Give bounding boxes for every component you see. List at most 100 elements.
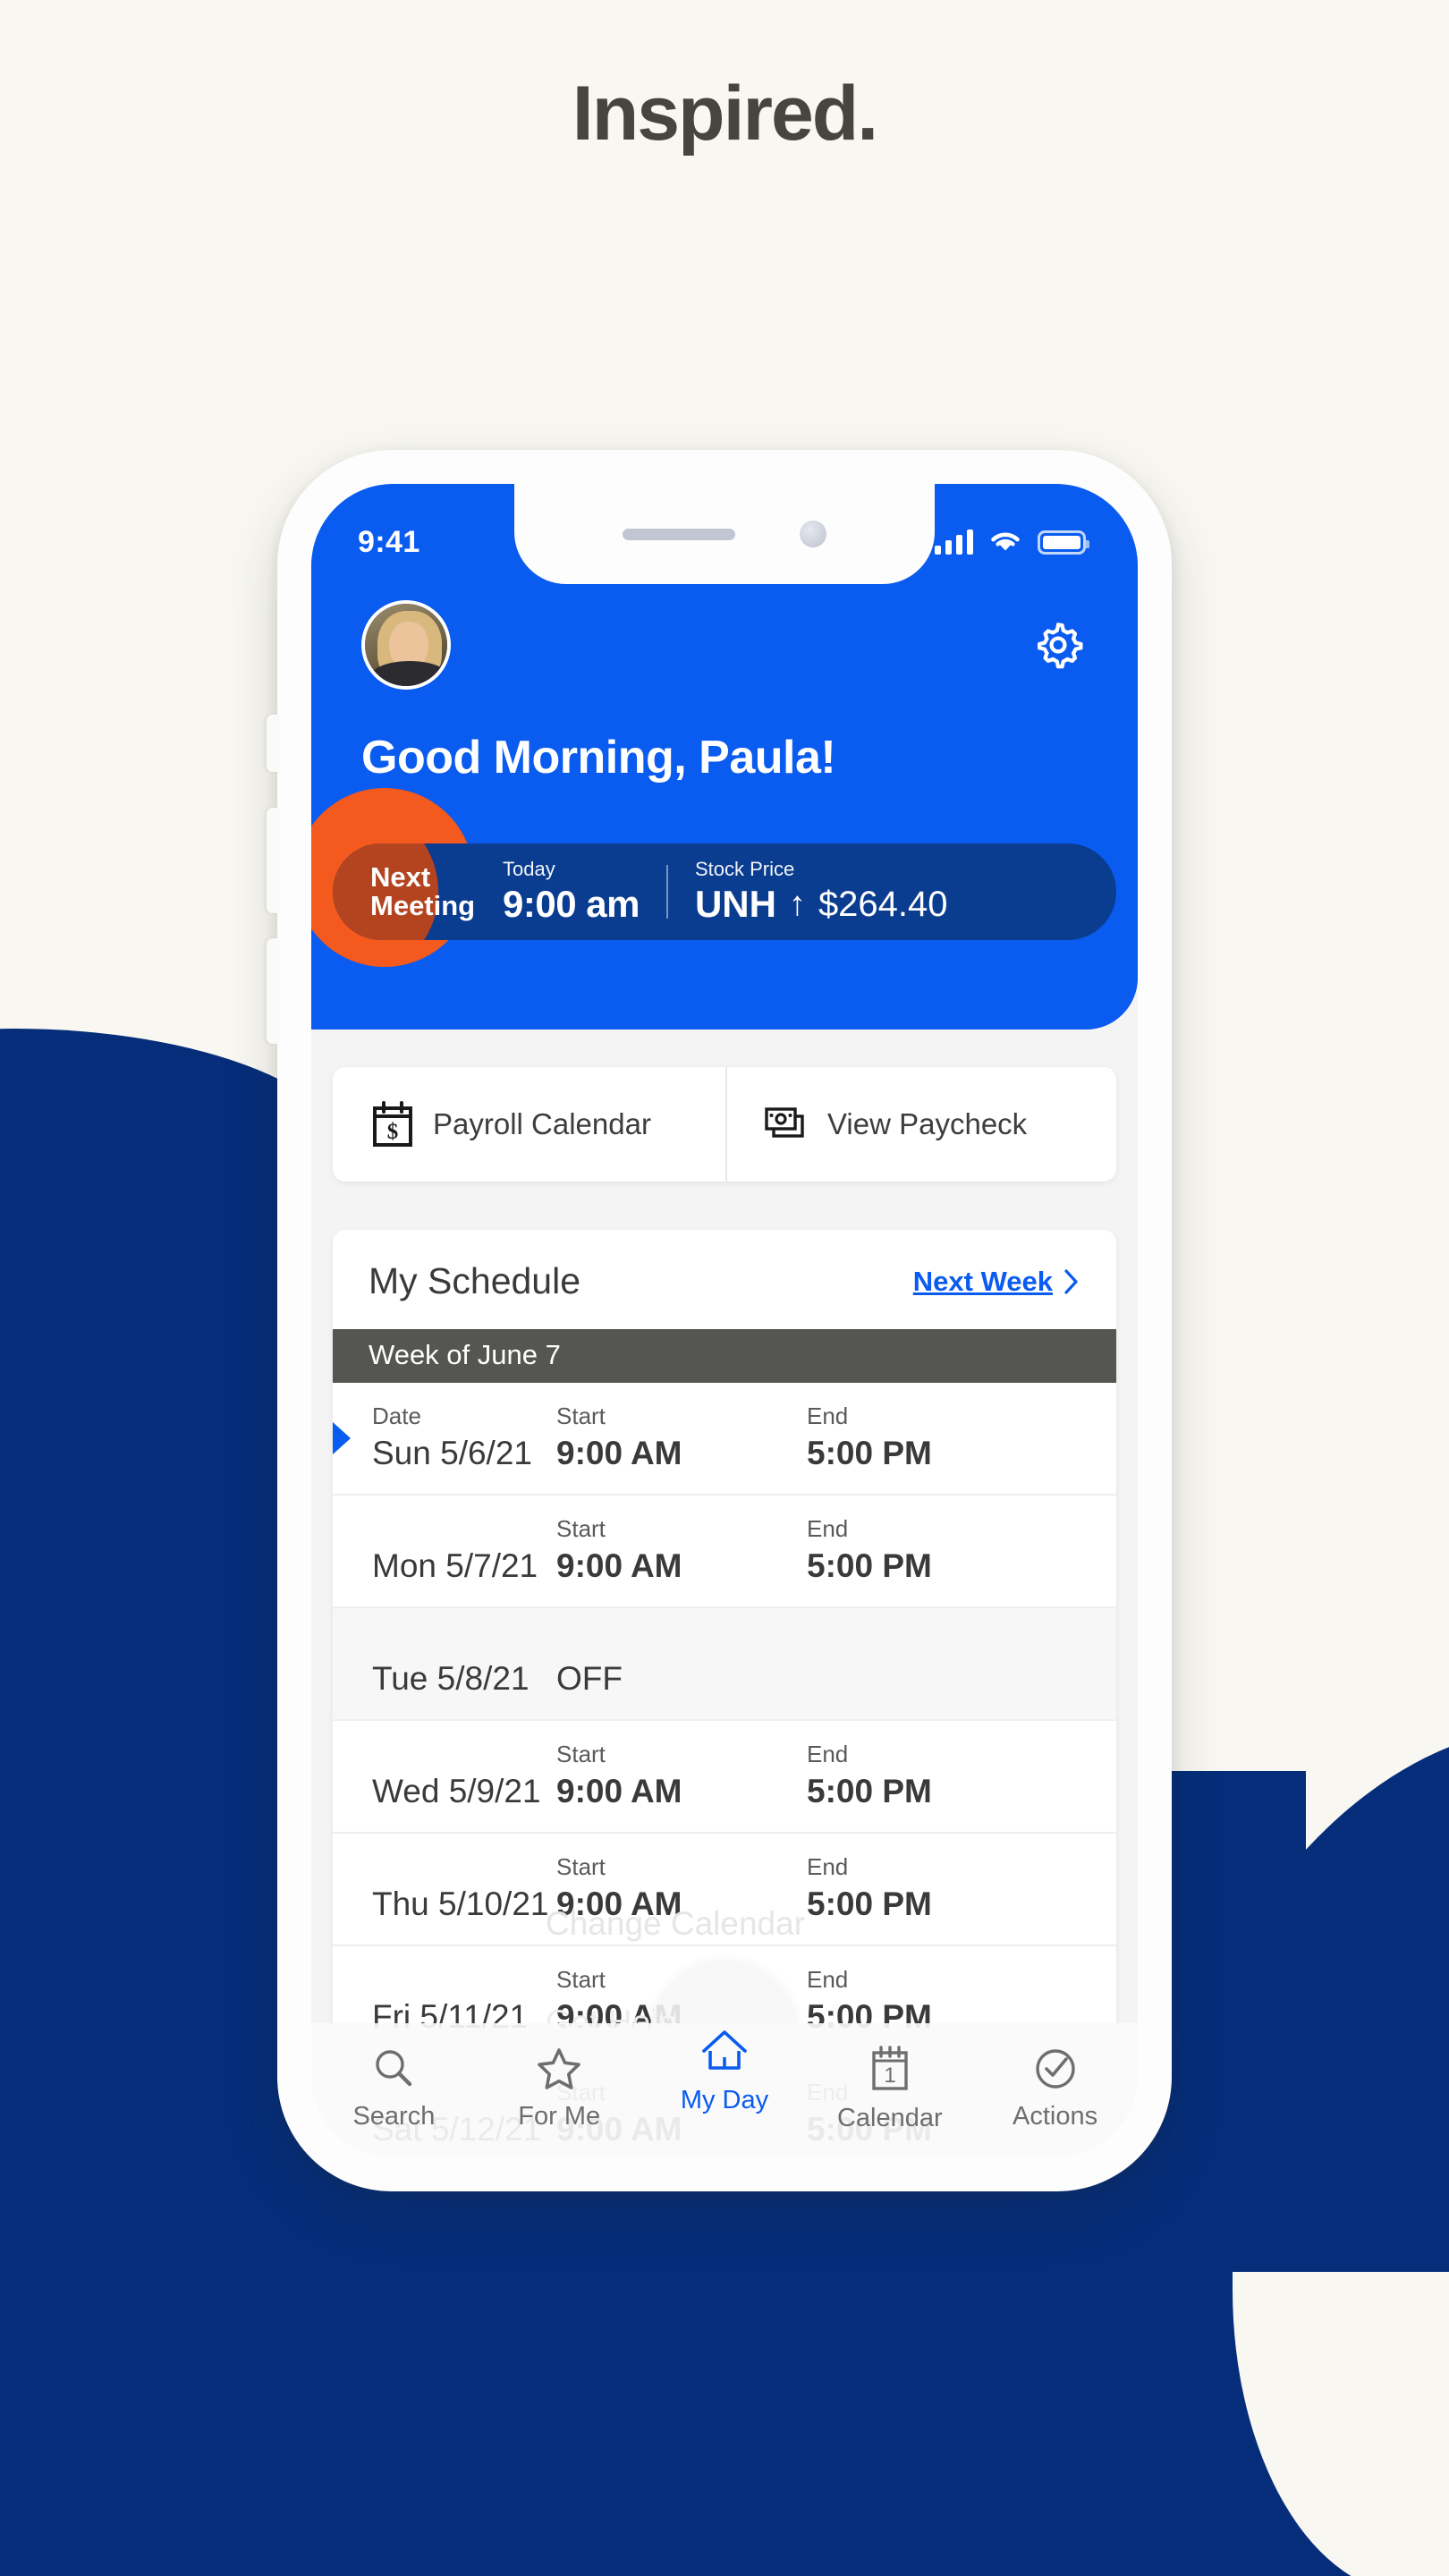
cell-end: End 5:00 PM xyxy=(807,1741,1116,1810)
phone-mute-button[interactable] xyxy=(267,715,279,772)
status-bar: 9:41 xyxy=(311,484,1138,584)
phone-volume-up-button[interactable] xyxy=(267,808,279,913)
cell-start: Start 9:00 AM xyxy=(556,1515,807,1585)
cell-date-value: Wed 5/9/21 xyxy=(372,1773,541,1809)
cell-start-value: 9:00 AM xyxy=(556,1547,682,1584)
cell-end: End 5:00 PM xyxy=(807,1402,1116,1472)
tab-actions-label: Actions xyxy=(1013,2102,1098,2131)
svg-text:1: 1 xyxy=(884,2063,895,2088)
tab-my-day[interactable]: My Day xyxy=(642,2025,808,2115)
payroll-calendar-button[interactable]: $ Payroll Calendar xyxy=(333,1067,725,1182)
cell-start-value: OFF xyxy=(556,1660,623,1697)
cell-end-value: 5:00 PM xyxy=(807,1885,932,1922)
cell-end-value: 5:00 PM xyxy=(807,1547,932,1584)
paycheck-money-icon xyxy=(765,1107,804,1138)
column-header-end: End xyxy=(807,1402,849,1429)
stock-price-label: Stock Price xyxy=(694,858,795,880)
meeting-time-label: Today xyxy=(503,858,555,880)
cell-start-value: 9:00 AM xyxy=(556,1773,682,1809)
column-header-date xyxy=(372,1853,556,1882)
schedule-header: My Schedule Next Week xyxy=(333,1230,1116,1329)
next-meeting-badge: Next Meeting xyxy=(333,863,503,919)
cell-date: Date Sun 5/6/21 xyxy=(333,1402,556,1472)
stock-up-arrow-icon: ↑ xyxy=(788,885,806,923)
ghost-change-calendar-text: Change Calendar xyxy=(546,1905,806,1942)
phone-volume-down-button[interactable] xyxy=(267,938,279,1044)
status-icons xyxy=(935,513,1089,555)
page-title: Good Morning, Paula! xyxy=(361,732,836,784)
table-row[interactable]: Tue 5/8/21 OFF xyxy=(333,1608,1116,1721)
tab-actions[interactable]: Actions xyxy=(972,2045,1138,2131)
view-paycheck-label: View Paycheck xyxy=(827,1107,1028,1140)
cell-start-value: 9:00 AM xyxy=(556,1435,682,1471)
wifi-icon xyxy=(991,532,1020,551)
week-of-bar: Week of June 7 xyxy=(333,1329,1116,1383)
calendar-dollar-icon: $ xyxy=(373,1101,412,1147)
chevron-right-icon xyxy=(1064,1268,1078,1294)
cell-date: Thu 5/10/21 xyxy=(333,1853,556,1923)
tab-for-me-label: For Me xyxy=(518,2102,601,2131)
tab-search[interactable]: Search xyxy=(311,2045,477,2131)
today-marker-icon xyxy=(333,1422,351,1454)
phone-mockup: 9:41 Good Morning, Paula! Next Meeting T… xyxy=(267,450,1172,2191)
cell-start: Start 9:00 AM xyxy=(556,1402,807,1472)
avatar[interactable] xyxy=(361,600,451,690)
app-hero-header: 9:41 Good Morning, Paula! Next Meeting T… xyxy=(311,484,1138,1030)
column-header-date xyxy=(372,1515,556,1544)
next-meeting-badge-line2: Meeting xyxy=(370,890,476,921)
cell-date-value: Mon 5/7/21 xyxy=(372,1547,538,1584)
next-week-link[interactable]: Next Week xyxy=(913,1266,1080,1298)
column-header-start: Start xyxy=(556,1402,606,1429)
next-week-label: Next Week xyxy=(912,1265,1053,1297)
column-header-end: End xyxy=(807,1741,849,1767)
view-paycheck-button[interactable]: View Paycheck xyxy=(725,1067,1116,1182)
column-header-start xyxy=(556,1628,807,1657)
tab-my-day-label: My Day xyxy=(680,2086,769,2114)
table-row[interactable]: Date Sun 5/6/21 Start 9:00 AM End 5:00 PM xyxy=(333,1383,1116,1496)
svg-text:$: $ xyxy=(387,1120,399,1144)
column-header-start: Start xyxy=(556,1741,606,1767)
calendar-one-icon: 1 xyxy=(872,2046,908,2090)
next-meeting-badge-line1: Next xyxy=(370,861,431,894)
stock-price-value: $264.40 xyxy=(818,884,948,924)
cell-start: Start 9:00 AM xyxy=(556,1741,807,1810)
check-circle-icon xyxy=(1035,2049,1075,2089)
column-header-date xyxy=(372,1966,556,1995)
quick-actions-card: $ Payroll Calendar View Paycheck xyxy=(333,1067,1116,1182)
cell-date-value: Tue 5/8/21 xyxy=(372,1660,530,1697)
cell-date: Mon 5/7/21 xyxy=(333,1515,556,1585)
payroll-calendar-label: Payroll Calendar xyxy=(433,1107,651,1140)
hero-top-row xyxy=(311,584,1138,690)
table-row[interactable]: Mon 5/7/21 Start 9:00 AM End 5:00 PM xyxy=(333,1496,1116,1608)
cell-end xyxy=(807,1665,1116,1698)
meeting-time-block: Today 9:00 am xyxy=(503,858,640,926)
app-content-area: $ Payroll Calendar View Paycheck My Sche… xyxy=(311,1030,1138,2157)
home-icon xyxy=(702,2030,747,2070)
page-headline: Inspired. xyxy=(572,71,878,157)
column-header-date xyxy=(372,1741,556,1769)
table-row[interactable]: Wed 5/9/21 Start 9:00 AM End 5:00 PM xyxy=(333,1721,1116,1834)
star-icon xyxy=(538,2048,580,2089)
stock-ticker: UNH xyxy=(694,883,776,925)
search-icon xyxy=(376,2050,412,2087)
next-meeting-card[interactable]: Next Meeting Today 9:00 am Stock Price U… xyxy=(333,843,1116,940)
stock-price-block: Stock Price UNH ↑ $264.40 xyxy=(695,858,948,926)
tab-for-me[interactable]: For Me xyxy=(477,2045,642,2131)
tab-calendar[interactable]: 1 Calendar xyxy=(807,2045,972,2133)
phone-screen: 9:41 Good Morning, Paula! Next Meeting T… xyxy=(311,484,1138,2157)
battery-icon xyxy=(1038,530,1089,555)
meeting-time-value: 9:00 am xyxy=(503,883,640,925)
column-header-date: Date xyxy=(372,1402,421,1429)
cell-end-value: 5:00 PM xyxy=(807,1435,932,1471)
cell-date-value: Sun 5/6/21 xyxy=(372,1435,532,1471)
column-header-end xyxy=(807,1665,1116,1694)
gear-icon[interactable] xyxy=(1029,615,1088,674)
cell-date-value: Thu 5/10/21 xyxy=(372,1885,549,1922)
cell-date: Wed 5/9/21 xyxy=(333,1741,556,1810)
bottom-tab-bar: Search For Me My Day 1 Calendar Actions xyxy=(311,2023,1138,2157)
column-header-end: End xyxy=(807,1966,849,1993)
tab-search-label: Search xyxy=(352,2102,436,2131)
status-clock: 9:41 xyxy=(358,524,420,559)
cell-start: OFF xyxy=(556,1628,807,1698)
tab-calendar-label: Calendar xyxy=(836,2104,943,2132)
